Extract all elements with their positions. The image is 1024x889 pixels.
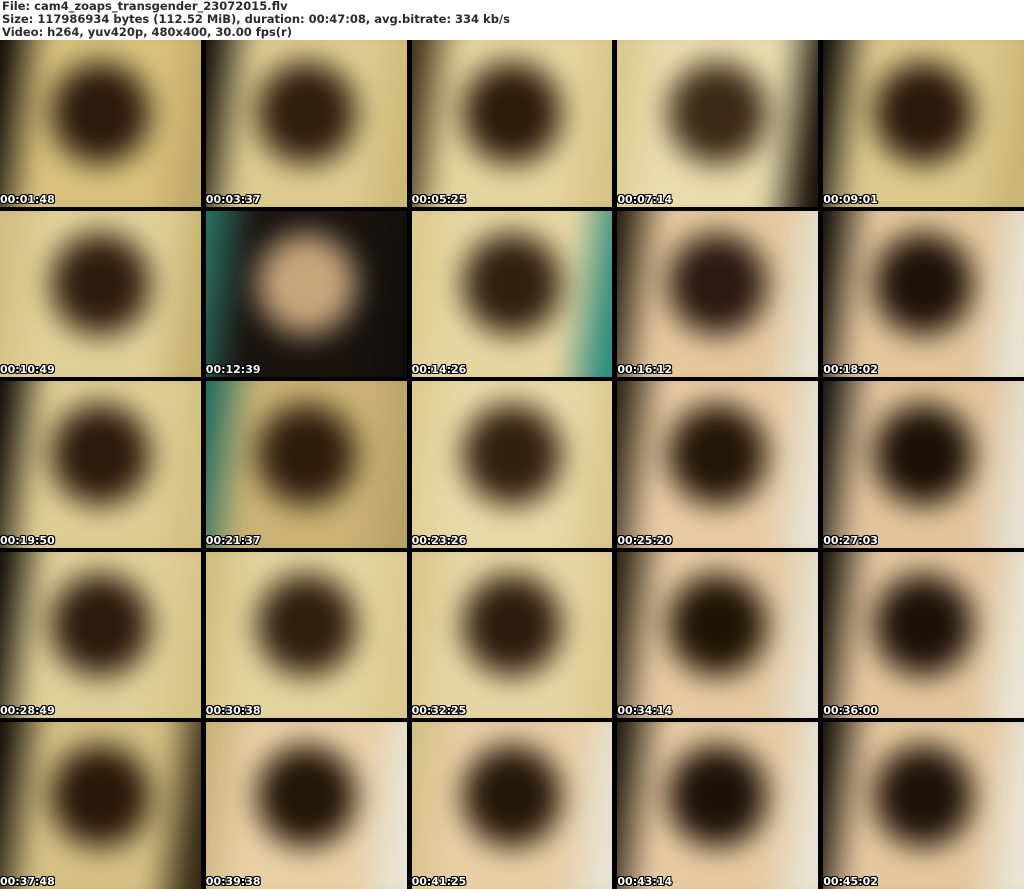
file-info-header: File: cam4_zoaps_transgender_23072015.fl… bbox=[0, 0, 1024, 40]
thumbnail-image-placeholder bbox=[617, 722, 819, 889]
thumbnail-image-placeholder bbox=[411, 551, 613, 719]
timestamp-overlay: 00:01:48 bbox=[0, 192, 55, 206]
timestamp-overlay: 00:41:25 bbox=[411, 875, 467, 888]
video-contact-sheet: File: cam4_zoaps_transgender_23072015.fl… bbox=[0, 0, 1024, 889]
timestamp-overlay: 00:34:14 bbox=[617, 704, 673, 718]
thumbnail-image-placeholder bbox=[617, 40, 819, 207]
timestamp-overlay: 00:39:38 bbox=[205, 875, 261, 888]
timestamp-overlay: 00:16:12 bbox=[617, 363, 673, 377]
timestamp-overlay: 00:23:26 bbox=[411, 533, 467, 547]
video-thumbnail: 00:36:00 bbox=[823, 551, 1024, 719]
timestamp-overlay: 00:07:14 bbox=[617, 192, 673, 206]
video-thumbnail: 00:32:25 bbox=[411, 551, 613, 719]
video-thumbnail: 00:01:48 bbox=[0, 40, 201, 207]
thumbnail-image-placeholder bbox=[411, 210, 613, 378]
video-thumbnail: 00:45:02 bbox=[823, 722, 1024, 889]
thumbnail-image-placeholder bbox=[823, 551, 1024, 719]
timestamp-overlay: 00:32:25 bbox=[411, 704, 467, 718]
thumbnail-image-placeholder bbox=[617, 210, 819, 378]
video-codec-line: Video: h264, yuv420p, 480x400, 30.00 fps… bbox=[2, 25, 292, 39]
timestamp-overlay: 00:05:25 bbox=[411, 192, 467, 206]
video-thumbnail: 00:12:39 bbox=[205, 210, 407, 378]
thumbnail-image-placeholder bbox=[823, 40, 1024, 207]
timestamp-overlay: 00:18:02 bbox=[823, 363, 878, 377]
thumbnail-image-placeholder bbox=[0, 722, 201, 889]
timestamp-overlay: 00:36:00 bbox=[823, 704, 878, 718]
video-thumbnail: 00:23:26 bbox=[411, 381, 613, 548]
thumbnail-image-placeholder bbox=[205, 381, 407, 548]
thumbnail-image-placeholder bbox=[823, 210, 1024, 378]
video-thumbnail: 00:16:12 bbox=[617, 210, 819, 378]
video-thumbnail: 00:10:49 bbox=[0, 210, 201, 378]
thumbnail-image-placeholder bbox=[823, 722, 1024, 889]
video-thumbnail: 00:43:14 bbox=[617, 722, 819, 889]
video-thumbnail: 00:18:02 bbox=[823, 210, 1024, 378]
timestamp-overlay: 00:10:49 bbox=[0, 363, 55, 377]
video-thumbnail: 00:07:14 bbox=[617, 40, 819, 207]
video-thumbnail: 00:27:03 bbox=[823, 381, 1024, 548]
timestamp-overlay: 00:09:01 bbox=[823, 192, 878, 206]
thumbnail-image-placeholder bbox=[205, 551, 407, 719]
thumbnail-image-placeholder bbox=[411, 722, 613, 889]
thumbnail-image-placeholder bbox=[411, 40, 613, 207]
timestamp-overlay: 00:27:03 bbox=[823, 533, 878, 547]
thumbnail-image-placeholder bbox=[0, 381, 201, 548]
timestamp-overlay: 00:21:37 bbox=[205, 533, 261, 547]
timestamp-overlay: 00:14:26 bbox=[411, 363, 467, 377]
timestamp-overlay: 00:25:20 bbox=[617, 533, 673, 547]
timestamp-overlay: 00:45:02 bbox=[823, 875, 878, 888]
video-thumbnail: 00:34:14 bbox=[617, 551, 819, 719]
timestamp-overlay: 00:19:50 bbox=[0, 533, 55, 547]
timestamp-overlay: 00:12:39 bbox=[205, 363, 261, 377]
timestamp-overlay: 00:43:14 bbox=[617, 875, 673, 888]
video-thumbnail: 00:41:25 bbox=[411, 722, 613, 889]
thumbnail-image-placeholder bbox=[0, 210, 201, 378]
timestamp-overlay: 00:28:49 bbox=[0, 704, 55, 718]
thumbnail-image-placeholder bbox=[617, 381, 819, 548]
timestamp-overlay: 00:03:37 bbox=[205, 192, 261, 206]
thumbnail-image-placeholder bbox=[205, 40, 407, 207]
video-thumbnail: 00:39:38 bbox=[205, 722, 407, 889]
thumbnail-grid: 00:01:48 00:03:37 00:05:25 00:07:14 00:09:01… bbox=[0, 40, 1024, 889]
thumbnail-image-placeholder bbox=[617, 551, 819, 719]
thumbnail-image-placeholder bbox=[0, 40, 201, 207]
video-thumbnail: 00:21:37 bbox=[205, 381, 407, 548]
video-thumbnail: 00:14:26 bbox=[411, 210, 613, 378]
thumbnail-image-placeholder bbox=[823, 381, 1024, 548]
video-thumbnail: 00:25:20 bbox=[617, 381, 819, 548]
video-thumbnail: 00:19:50 bbox=[0, 381, 201, 548]
video-thumbnail: 00:37:48 bbox=[0, 722, 201, 889]
thumbnail-image-placeholder bbox=[205, 722, 407, 889]
thumbnail-image-placeholder bbox=[0, 551, 201, 719]
timestamp-overlay: 00:37:48 bbox=[0, 875, 55, 888]
video-thumbnail: 00:05:25 bbox=[411, 40, 613, 207]
video-thumbnail: 00:28:49 bbox=[0, 551, 201, 719]
video-thumbnail: 00:30:38 bbox=[205, 551, 407, 719]
video-thumbnail: 00:03:37 bbox=[205, 40, 407, 207]
thumbnail-image-placeholder bbox=[205, 210, 407, 378]
video-thumbnail: 00:09:01 bbox=[823, 40, 1024, 207]
timestamp-overlay: 00:30:38 bbox=[205, 704, 261, 718]
thumbnail-image-placeholder bbox=[411, 381, 613, 548]
